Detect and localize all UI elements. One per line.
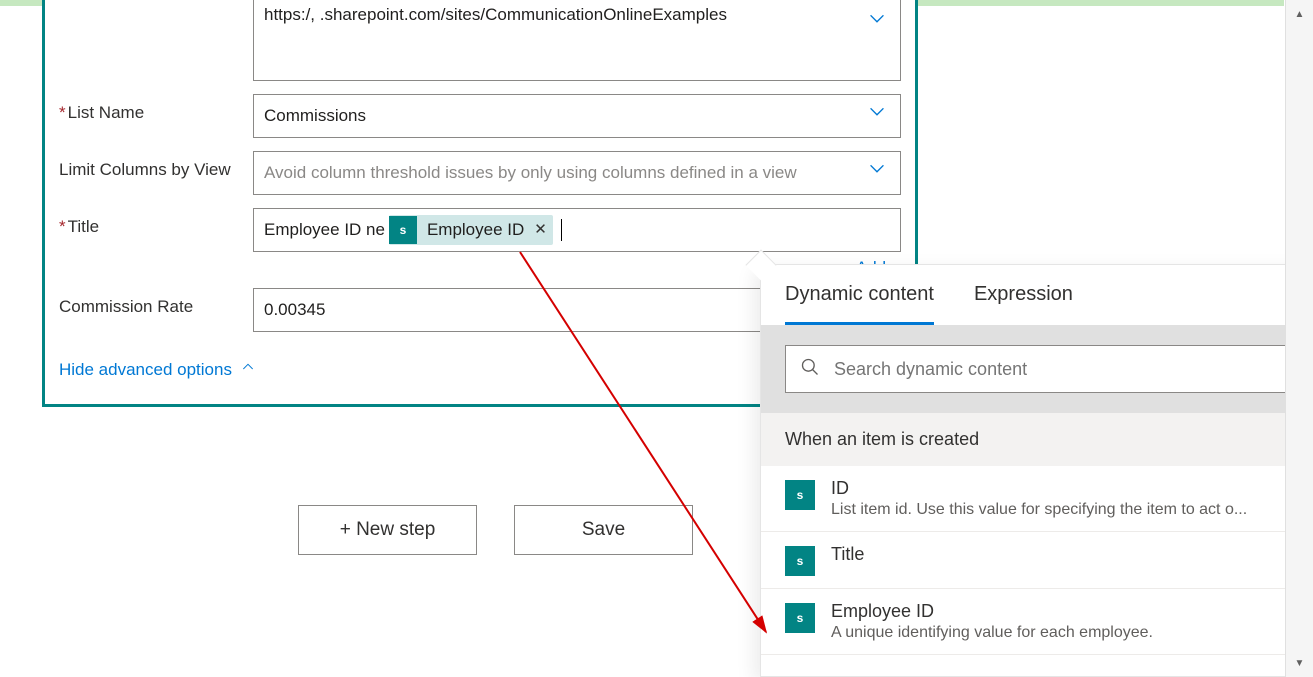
sharepoint-icon: s — [389, 216, 417, 244]
dynamic-token-employee-id[interactable]: s Employee ID ✕ — [389, 215, 553, 245]
item-name: Title — [831, 544, 864, 565]
chevron-up-icon — [240, 359, 256, 380]
label-commission-rate: Commission Rate — [59, 288, 253, 317]
search-icon — [800, 357, 820, 382]
flyout-tabs: Dynamic content Expression — [761, 265, 1312, 325]
item-name: ID — [831, 478, 1247, 499]
search-dynamic-content-input[interactable] — [785, 345, 1288, 393]
tab-expression[interactable]: Expression — [974, 283, 1073, 325]
save-button[interactable]: Save — [514, 505, 693, 555]
site-address-url: https:/, .sharepoint.com/sites/Communica… — [264, 1, 890, 30]
dynamic-group-title: When an item is created — [761, 413, 1312, 466]
dynamic-item-employee-id[interactable]: s Employee ID A unique identifying value… — [761, 589, 1312, 655]
limit-columns-placeholder: Avoid column threshold issues by only us… — [264, 159, 797, 188]
list-name-value: Commissions — [264, 102, 366, 131]
sharepoint-icon: s — [785, 546, 815, 576]
tab-dynamic-content[interactable]: Dynamic content — [785, 283, 934, 325]
dynamic-item-id[interactable]: s ID List item id. Use this value for sp… — [761, 466, 1312, 532]
scrollbar-up-button[interactable]: ▲ — [1286, 0, 1313, 28]
title-text: Employee ID ne — [264, 216, 385, 245]
label-title: *Title — [59, 208, 253, 237]
chevron-down-icon — [866, 100, 888, 132]
token-label: Employee ID — [427, 216, 524, 245]
text-cursor — [561, 219, 562, 241]
scrollbar-down-button[interactable]: ▼ — [1286, 649, 1313, 677]
label-limit-columns: Limit Columns by View — [59, 151, 253, 180]
search-bar-container — [761, 325, 1312, 413]
title-input[interactable]: Employee ID ne s Employee ID ✕ — [253, 208, 901, 252]
site-address-dropdown[interactable]: Communication Online Examples https:/, .… — [253, 0, 901, 81]
hide-advanced-options-toggle[interactable]: Hide advanced options — [59, 359, 256, 380]
chevron-down-icon — [866, 157, 888, 189]
token-remove-button[interactable]: ✕ — [534, 217, 547, 243]
flow-actions: + New step Save — [298, 505, 693, 555]
item-name: Employee ID — [831, 601, 1153, 622]
list-name-dropdown[interactable]: Commissions — [253, 94, 901, 138]
item-desc: A unique identifying value for each empl… — [831, 624, 1153, 642]
dynamic-content-panel: Dynamic content Expression When an item … — [760, 264, 1313, 677]
sharepoint-icon: s — [785, 480, 815, 510]
label-list-name: *List Name — [59, 94, 253, 123]
new-step-button[interactable]: + New step — [298, 505, 477, 555]
sharepoint-icon: s — [785, 603, 815, 633]
dynamic-item-title[interactable]: s Title — [761, 532, 1312, 589]
search-input-field[interactable] — [834, 359, 1273, 380]
limit-columns-dropdown[interactable]: Avoid column threshold issues by only us… — [253, 151, 901, 195]
item-desc: List item id. Use this value for specify… — [831, 501, 1247, 519]
vertical-scrollbar[interactable]: ▲ ▼ — [1285, 0, 1313, 677]
commission-rate-value: 0.00345 — [264, 296, 325, 325]
